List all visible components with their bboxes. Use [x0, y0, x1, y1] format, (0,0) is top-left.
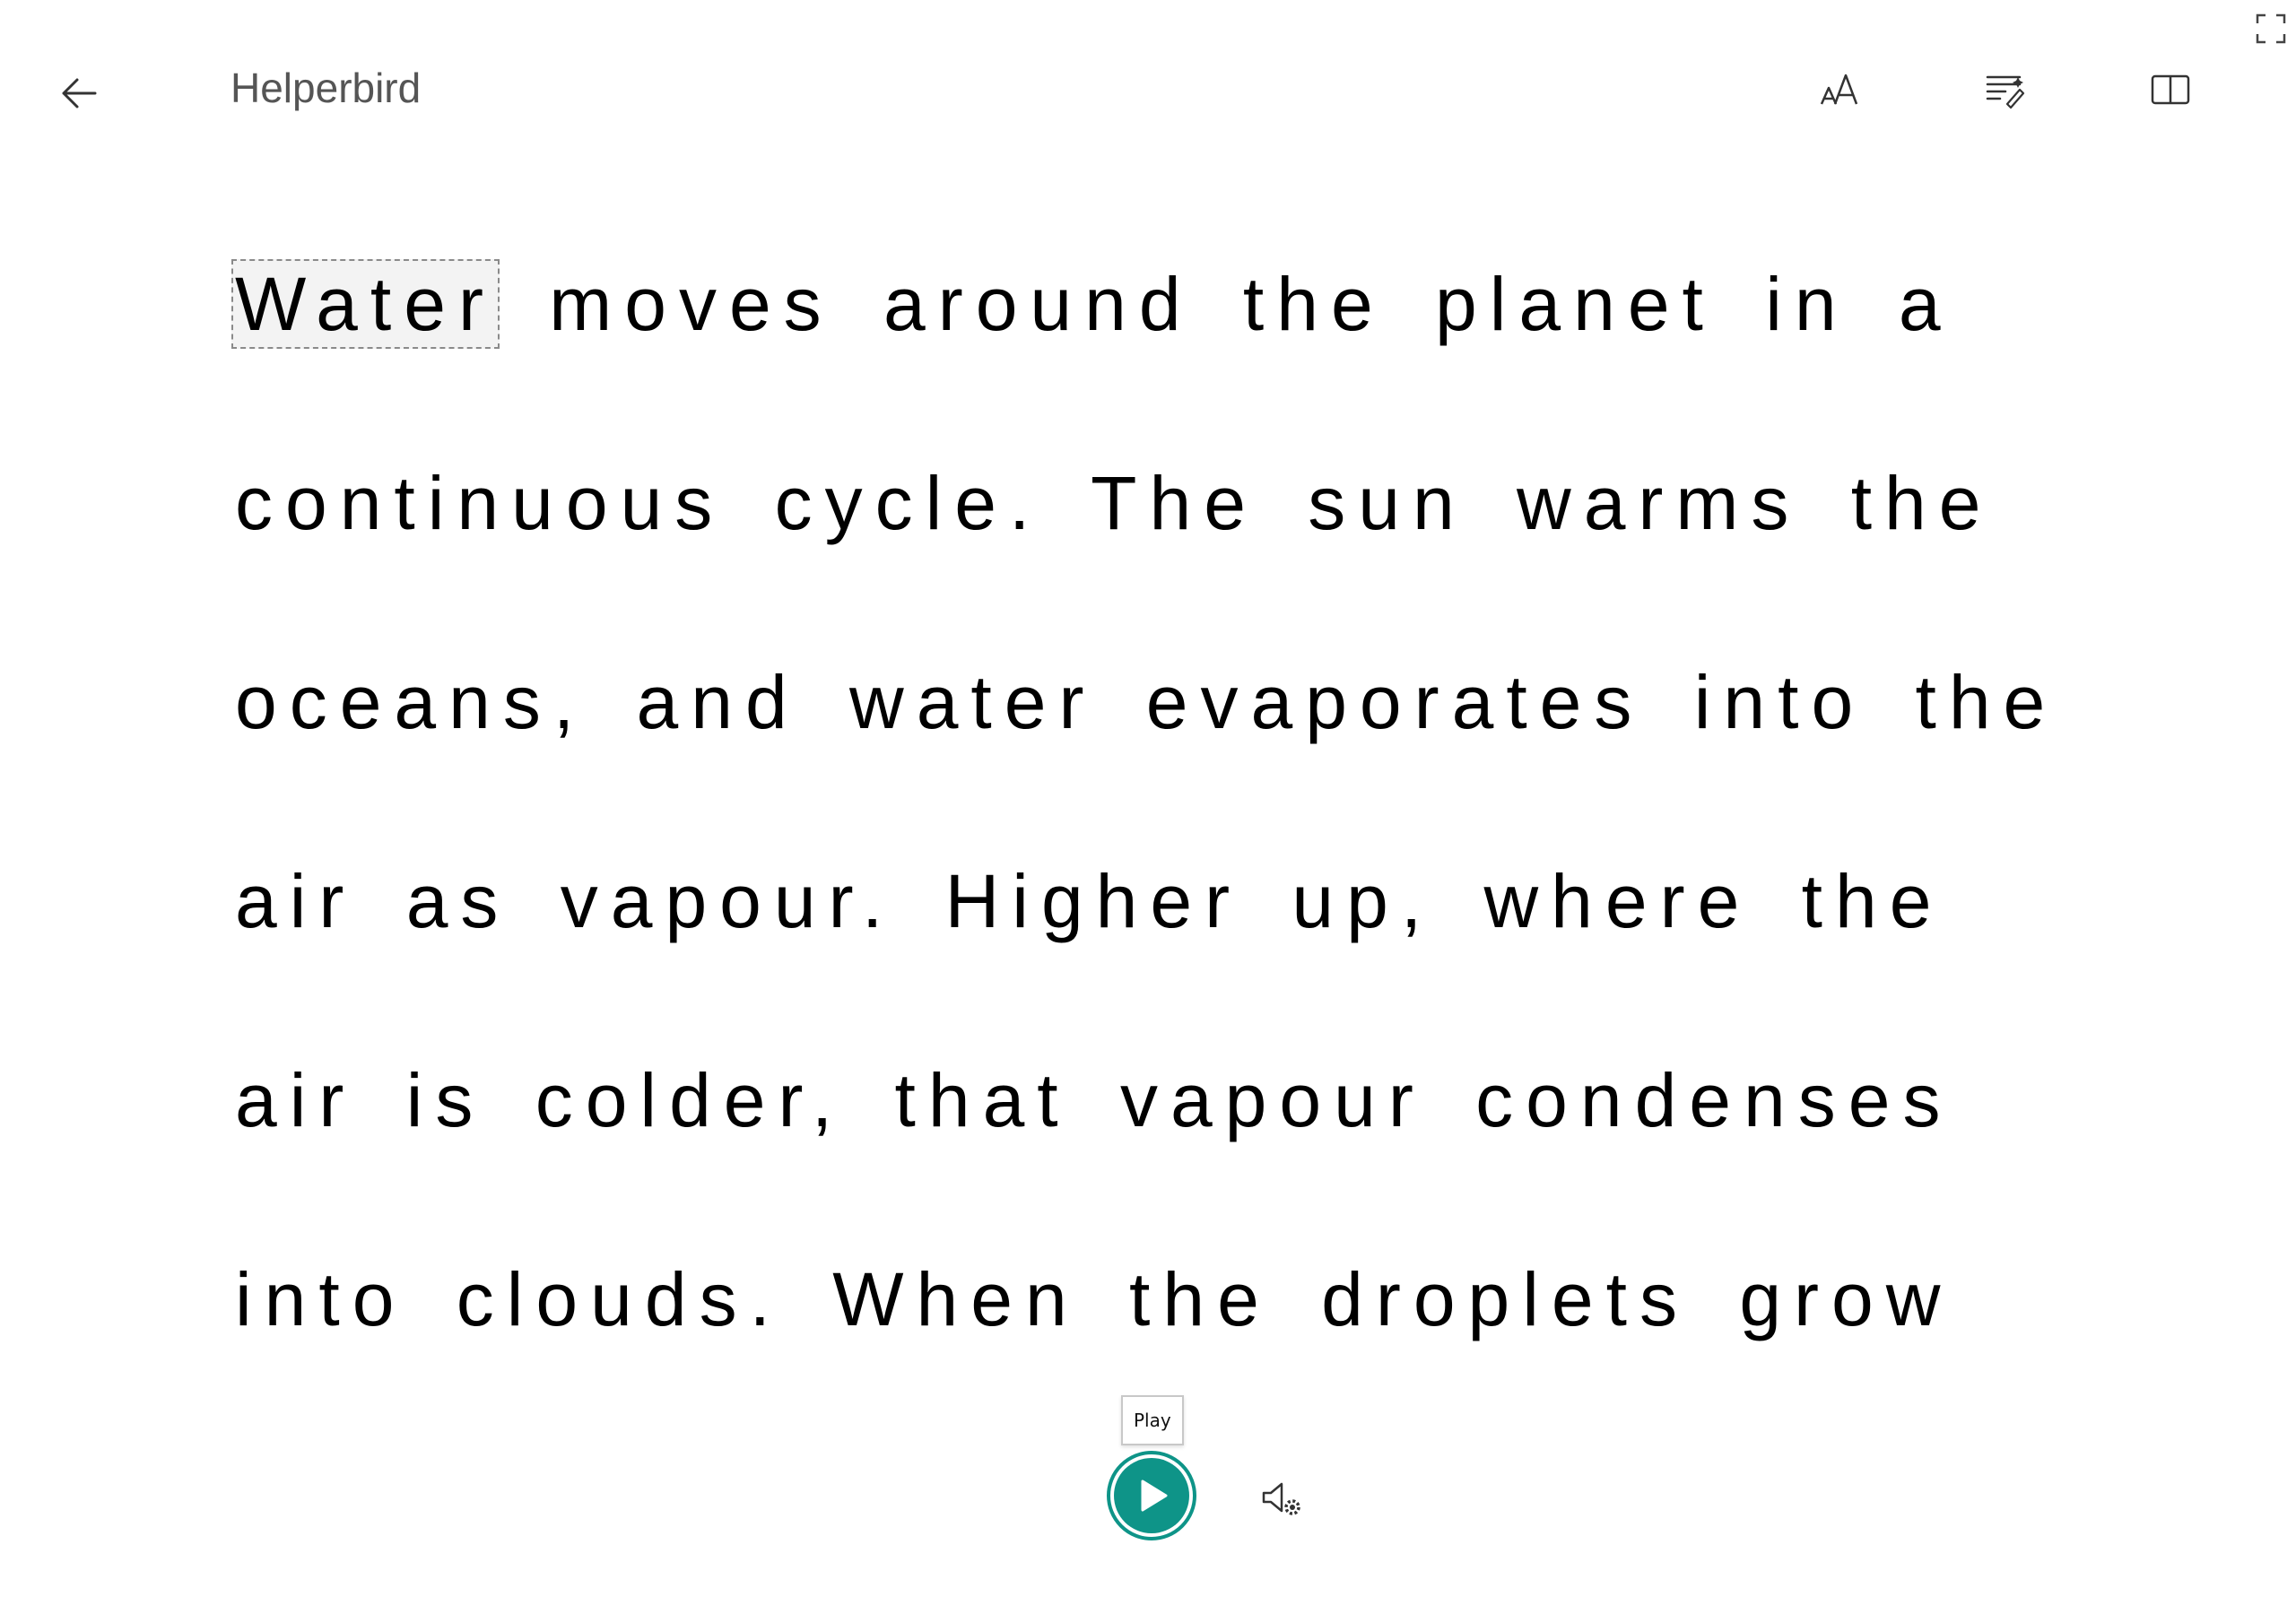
reader-content: Water moves around the planet in a conti… — [231, 204, 2118, 1399]
play-icon — [1141, 1480, 1168, 1512]
arrow-left-icon — [62, 78, 97, 108]
reader-line-5[interactable]: air is colder, that vapour condenses — [235, 1001, 2118, 1200]
reader-line-3[interactable]: oceans, and water evaporates into the — [235, 603, 2118, 802]
app-title: Helperbird — [230, 65, 422, 111]
immersive-reader: Helperbird Water moves around the planet… — [0, 0, 2296, 1614]
reader-line-4[interactable]: air as vapour. Higher up, where the — [235, 802, 2118, 1001]
voice-settings-button[interactable] — [1254, 1471, 1311, 1528]
grammar-options-icon — [1986, 75, 2025, 109]
text-preferences-button[interactable] — [1805, 57, 1876, 122]
fullscreen-button[interactable] — [2249, 7, 2292, 50]
reader-line-text[interactable]: moves around the planet in a — [500, 262, 1953, 346]
grammar-options-button[interactable] — [1970, 57, 2041, 122]
reading-preferences-button[interactable] — [2135, 57, 2206, 122]
focused-word[interactable]: Water — [231, 259, 500, 349]
reader-line-6[interactable]: into clouds. When the droplets grow — [235, 1200, 2118, 1399]
play-button[interactable] — [1107, 1451, 1196, 1540]
back-button[interactable] — [47, 61, 111, 126]
play-tooltip: Play — [1121, 1395, 1184, 1445]
text-size-icon — [1820, 74, 1858, 105]
play-button-fill — [1114, 1458, 1189, 1533]
book-open-icon — [2151, 74, 2190, 105]
reader-line-2[interactable]: continuous cycle. The sun warms the — [235, 404, 2118, 603]
voice-settings-icon — [1262, 1482, 1300, 1515]
fullscreen-icon — [2256, 13, 2286, 44]
reader-line-1: Water moves around the planet in a — [231, 204, 2118, 404]
